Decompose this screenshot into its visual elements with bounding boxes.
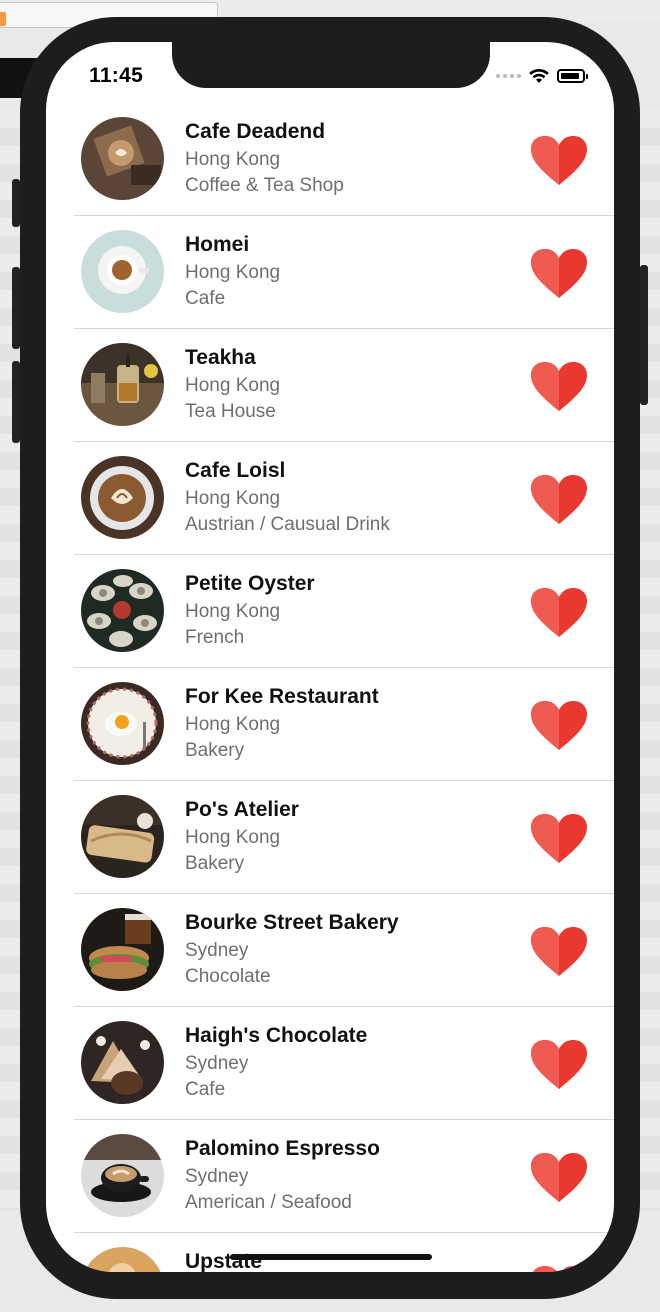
restaurant-thumbnail [81,1134,164,1217]
heart-icon[interactable] [530,361,588,413]
restaurant-row[interactable]: Palomino Espresso Sydney American / Seafoo… [46,1120,614,1233]
restaurant-location: Sydney [185,940,249,961]
restaurant-location: Hong Kong [185,488,281,509]
restaurant-type: American / Seafood [185,1192,352,1213]
notch [172,42,490,88]
restaurant-location: Hong Kong [185,714,281,735]
restaurant-thumbnail [81,908,164,991]
restaurant-location: Hong Kong [185,149,281,170]
heart-icon[interactable] [530,135,588,187]
restaurant-thumbnail [81,682,164,765]
restaurant-type: Chocolate [185,966,271,987]
restaurant-type: Tea House [185,401,276,422]
restaurant-type: Bakery [185,740,245,761]
restaurant-thumbnail [81,1247,164,1272]
restaurant-name: Petite Oyster [185,572,315,595]
heart-icon[interactable] [530,1152,588,1204]
restaurant-location: Hong Kong [185,827,281,848]
restaurant-row[interactable]: Homei Hong Kong Cafe [46,216,614,329]
heart-icon[interactable] [530,813,588,865]
restaurant-name: Homei [185,233,250,256]
restaurant-name: Cafe Deadend [185,120,326,143]
battery-icon [557,69,585,83]
home-indicator[interactable] [230,1254,432,1260]
phone-screen: Cafe Deadend Hong Kong Coffee & Tea Shop Ho… [46,42,614,1272]
restaurant-row[interactable]: Po's Atelier Hong Kong Bakery [46,781,614,894]
volume-down-button [12,361,20,443]
heart-icon[interactable] [530,700,588,752]
restaurant-name: Po's Atelier [185,798,299,821]
power-button [640,265,648,405]
restaurant-type: Bakery [185,853,245,874]
restaurant-row[interactable]: Haigh's Chocolate Sydney Cafe [46,1007,614,1120]
app-icon [0,12,6,26]
restaurant-type: Coffee & Tea Shop [185,175,344,196]
restaurant-name: Bourke Street Bakery [185,911,399,934]
signal-icon [496,74,521,78]
restaurant-row[interactable]: For Kee Restaurant Hong Kong Bakery [46,668,614,781]
restaurant-name: For Kee Restaurant [185,685,379,708]
heart-icon[interactable] [530,587,588,639]
restaurant-type: French [185,627,245,648]
battery-tip [586,73,588,79]
restaurant-row[interactable]: Upstate [46,1233,614,1272]
restaurant-row[interactable]: Teakha Hong Kong Tea House [46,329,614,442]
restaurant-thumbnail [81,117,164,200]
restaurant-type: Cafe [185,288,226,309]
restaurant-thumbnail [81,569,164,652]
restaurant-location: Sydney [185,1053,249,1074]
volume-up-button [12,267,20,349]
heart-icon[interactable] [530,1265,588,1272]
status-time: 11:45 [89,64,144,87]
restaurant-name: Cafe Loisl [185,459,286,482]
status-indicators [496,68,588,84]
restaurant-name: Teakha [185,346,256,369]
restaurant-table[interactable]: Cafe Deadend Hong Kong Coffee & Tea Shop Ho… [46,103,614,1272]
heart-icon[interactable] [530,474,588,526]
restaurant-thumbnail [81,795,164,878]
restaurant-row[interactable]: Cafe Loisl Hong Kong Austrian / Causual Dr… [46,442,614,555]
restaurant-thumbnail [81,230,164,313]
restaurant-location: Sydney [185,1166,249,1187]
restaurant-type: Cafe [185,1079,226,1100]
restaurant-name: Palomino Espresso [185,1137,380,1160]
mute-switch [12,179,20,227]
heart-icon[interactable] [530,926,588,978]
restaurant-row[interactable]: Bourke Street Bakery Sydney Chocolate [46,894,614,1007]
heart-icon[interactable] [530,1039,588,1091]
restaurant-name: Haigh's Chocolate [185,1024,368,1047]
restaurant-thumbnail [81,343,164,426]
restaurant-row[interactable]: Cafe Deadend Hong Kong Coffee & Tea Shop [46,103,614,216]
restaurant-type: Austrian / Causual Drink [185,514,390,535]
restaurant-location: Hong Kong [185,375,281,396]
restaurant-thumbnail [81,456,164,539]
restaurant-thumbnail [81,1021,164,1104]
restaurant-location: Hong Kong [185,262,281,283]
heart-icon[interactable] [530,248,588,300]
wifi-icon [529,68,549,83]
restaurant-location: Hong Kong [185,601,281,622]
restaurant-row[interactable]: Petite Oyster Hong Kong French [46,555,614,668]
